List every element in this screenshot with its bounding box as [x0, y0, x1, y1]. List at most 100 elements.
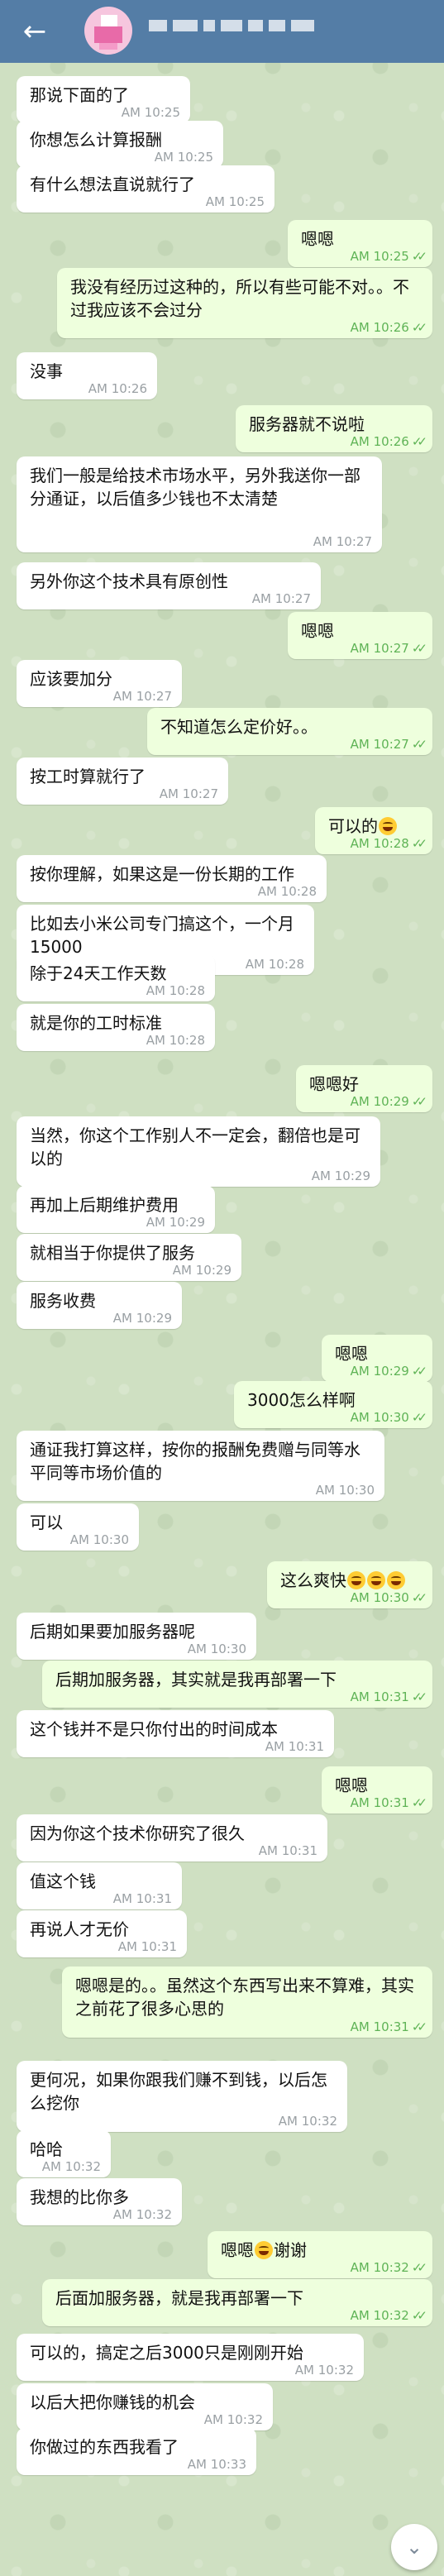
timestamp: AM 10:25 — [350, 249, 409, 264]
message-body: 我们一般是给技术市场水平，另外我送你一部分通证，以后值多少钱也不太清楚 — [30, 466, 360, 509]
message-text: 嗯嗯好 — [309, 1073, 421, 1096]
back-button[interactable]: ← — [17, 13, 53, 50]
timestamp: AM 10:32 — [112, 2207, 172, 2222]
timestamp: AM 10:31 — [350, 1795, 409, 1810]
message-body: 后期如果要加服务器呢 — [30, 1622, 195, 1642]
incoming-message[interactable]: 再说人才无价 AM 10:31 — [17, 1910, 187, 1957]
message-body: 以后大把你赚钱的机会 — [30, 2392, 195, 2412]
message-time: AM 10:29 — [113, 1312, 172, 1325]
outgoing-message[interactable]: 嗯嗯 AM 10:29 ✓✓ — [322, 1335, 432, 1382]
incoming-message[interactable]: 另外你这个技术具有原创性 AM 10:27 — [17, 562, 321, 609]
message-text: 我没有经历过这种的，所以有些可能不对。。不过我应该不会过分 — [70, 275, 421, 322]
outgoing-message[interactable]: 嗯嗯 AM 10:27 ✓✓ — [288, 612, 432, 659]
outgoing-message[interactable]: 嗯嗯是的。。虽然这个东西写出来不算难，其实之前花了很多心思的 AM 10:31 ✓✓ — [62, 1967, 432, 2038]
message-text: 因为你这个技术你研究了很久 — [30, 1822, 316, 1845]
incoming-message[interactable]: 应该要加分 AM 10:27 — [17, 660, 182, 707]
message-text: 3000怎么样啊 — [247, 1388, 421, 1412]
timestamp: AM 10:31 — [350, 2019, 409, 2034]
message-body: 再加上后期维护费用 — [30, 1195, 179, 1215]
timestamp: AM 10:27 — [313, 534, 372, 549]
incoming-message[interactable]: 以后大把你赚钱的机会 AM 10:32 — [17, 2383, 273, 2430]
message-body: 嗯嗯 — [335, 1344, 368, 1364]
double-check-icon: ✓✓ — [411, 641, 427, 656]
message-body: 嗯嗯 — [221, 2240, 254, 2260]
incoming-message[interactable]: 我们一般是给技术市场水平，另外我送你一部分通证，以后值多少钱也不太清楚 AM 10… — [17, 456, 382, 552]
chat-title[interactable] — [149, 17, 320, 38]
outgoing-message[interactable]: 嗯嗯好 AM 10:29 ✓✓ — [296, 1065, 432, 1112]
arrow-left-icon: ← — [22, 15, 47, 48]
incoming-message[interactable]: 就相当于你提供了服务 AM 10:29 — [17, 1234, 241, 1281]
message-text: 再加上后期维护费用 — [30, 1193, 203, 1216]
timestamp: AM 10:26 — [350, 320, 409, 335]
message-text: 嗯嗯 — [301, 619, 421, 643]
double-check-icon: ✓✓ — [411, 1410, 427, 1425]
incoming-message[interactable]: 可以 AM 10:30 — [17, 1503, 139, 1551]
timestamp: AM 10:29 — [172, 1263, 232, 1278]
incoming-message[interactable]: 有什么想法直说就行了 AM 10:25 — [17, 165, 275, 213]
outgoing-message[interactable]: 这么爽快 AM 10:30 ✓✓ — [267, 1561, 432, 1608]
incoming-message[interactable]: 你想怎么计算报酬 AM 10:25 — [17, 121, 223, 168]
outgoing-message[interactable]: 嗯嗯 AM 10:31 ✓✓ — [322, 1766, 432, 1814]
double-check-icon: ✓✓ — [411, 434, 427, 449]
incoming-message[interactable]: 因为你这个技术你研究了很久 AM 10:31 — [17, 1814, 327, 1862]
message-time: AM 10:29 ✓✓ — [351, 1094, 427, 1109]
incoming-message[interactable]: 更何况，如果你跟我们赚不到钱，以后怎么挖你 AM 10:32 — [17, 2061, 347, 2132]
message-time: AM 10:31 — [118, 1940, 177, 1953]
incoming-message[interactable]: 没事 AM 10:26 — [17, 352, 157, 399]
double-check-icon: ✓✓ — [411, 2019, 427, 2034]
outgoing-message[interactable]: 我没有经历过这种的，所以有些可能不对。。不过我应该不会过分 AM 10:26 ✓✓ — [57, 268, 432, 338]
double-check-icon: ✓✓ — [411, 1590, 427, 1605]
incoming-message[interactable]: 当然，你这个工作别人不一定会，翻倍也是可以的 AM 10:29 — [17, 1116, 380, 1187]
timestamp: AM 10:25 — [205, 194, 265, 209]
incoming-message[interactable]: 通证我打算这样，按你的报酬免费赠与同等水平同等市场价值的 AM 10:30 — [17, 1431, 384, 1501]
double-check-icon: ✓✓ — [411, 320, 427, 335]
message-body: 服务器就不说啦 — [249, 414, 365, 434]
message-time: AM 10:29 ✓✓ — [351, 1364, 427, 1378]
outgoing-message[interactable]: 嗯嗯 谢谢 AM 10:32 ✓✓ — [208, 2231, 432, 2278]
incoming-message[interactable]: 除于24天工作天数 AM 10:28 — [17, 954, 215, 1001]
message-time: AM 10:31 ✓✓ — [350, 2019, 427, 2034]
incoming-message[interactable]: 我想的比你多 AM 10:32 — [17, 2178, 182, 2225]
scroll-to-bottom-button[interactable]: ⌄ — [391, 2524, 437, 2570]
chevron-down-icon: ⌄ — [405, 2535, 423, 2559]
outgoing-message[interactable]: 后面加服务器，就是我再部署一下 AM 10:32 ✓✓ — [42, 2279, 432, 2326]
message-text: 值这个钱 — [30, 1870, 170, 1893]
outgoing-message[interactable]: 可以的 AM 10:28 ✓✓ — [315, 807, 432, 854]
outgoing-message[interactable]: 嗯嗯 AM 10:25 ✓✓ — [288, 220, 432, 267]
timestamp: AM 10:28 — [257, 884, 317, 899]
incoming-message[interactable]: 再加上后期维护费用 AM 10:29 — [17, 1186, 215, 1233]
incoming-message[interactable]: 那说下面的了 AM 10:25 — [17, 76, 190, 123]
incoming-message[interactable]: 后期如果要加服务器呢 AM 10:30 — [17, 1613, 256, 1660]
timestamp: AM 10:30 — [187, 1642, 246, 1656]
incoming-message[interactable]: 哈哈 AM 10:32 — [17, 2130, 111, 2177]
incoming-message[interactable]: 就是你的工时标准 AM 10:28 — [17, 1004, 215, 1051]
outgoing-message[interactable]: 服务器就不说啦 AM 10:26 ✓✓ — [236, 405, 432, 452]
message-text: 你做过的东西我看了 — [30, 2435, 245, 2459]
message-body: 3000怎么样啊 — [247, 1390, 356, 1410]
outgoing-message[interactable]: 后期加服务器，其实就是我再部署一下 AM 10:31 ✓✓ — [42, 1661, 432, 1708]
message-time: AM 10:30 — [188, 1642, 246, 1656]
message-text: 以后大把你赚钱的机会 — [30, 2391, 261, 2414]
message-time: AM 10:31 — [259, 1844, 317, 1857]
incoming-message[interactable]: 可以的，搞定之后3000只是刚刚开始 AM 10:32 — [17, 2334, 364, 2381]
message-text: 另外你这个技术具有原创性 — [30, 570, 309, 593]
timestamp: AM 10:31 — [112, 1891, 172, 1906]
incoming-message[interactable]: 按工时算就行了 AM 10:27 — [17, 758, 228, 805]
timestamp: AM 10:32 — [294, 2363, 354, 2378]
message-time: AM 10:27 — [313, 535, 372, 548]
incoming-message[interactable]: 你做过的东西我看了 AM 10:33 — [17, 2428, 256, 2475]
incoming-message[interactable]: 这个钱并不是只你付出的时间成本 AM 10:31 — [17, 1710, 334, 1757]
message-body: 可以 — [30, 1513, 63, 1532]
message-time: AM 10:26 ✓✓ — [351, 434, 427, 449]
message-text: 有什么想法直说就行了 — [30, 173, 263, 196]
outgoing-message[interactable]: 不知道怎么定价好。。 AM 10:27 ✓✓ — [147, 708, 432, 755]
incoming-message[interactable]: 值这个钱 AM 10:31 — [17, 1862, 182, 1909]
incoming-message[interactable]: 服务收费 AM 10:29 — [17, 1282, 182, 1329]
message-body: 哈哈 — [30, 2139, 63, 2159]
avatar[interactable] — [84, 7, 132, 55]
incoming-message[interactable]: 按你理解，如果这是一份长期的工作 AM 10:28 — [17, 855, 327, 902]
message-text: 后期如果要加服务器呢 — [30, 1620, 245, 1643]
double-check-icon: ✓✓ — [411, 1689, 427, 1704]
double-check-icon: ✓✓ — [411, 1094, 427, 1109]
outgoing-message[interactable]: 3000怎么样啊 AM 10:30 ✓✓ — [234, 1381, 432, 1428]
